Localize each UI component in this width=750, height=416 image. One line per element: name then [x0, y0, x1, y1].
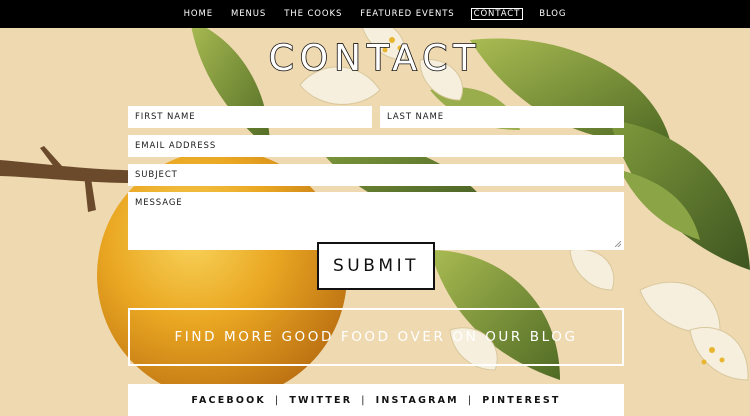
separator: | — [274, 394, 281, 406]
last-name-placeholder: LAST NAME — [387, 112, 445, 122]
email-field[interactable]: EMAIL ADDRESS — [128, 135, 624, 157]
subject-field[interactable]: SUBJECT — [128, 164, 624, 186]
page-title: CONTACT — [268, 37, 482, 80]
first-name-field[interactable]: FIRST NAME — [128, 106, 372, 128]
first-name-placeholder: FIRST NAME — [135, 112, 196, 122]
resize-grip-icon[interactable] — [615, 241, 621, 247]
message-placeholder: MESSAGE — [135, 198, 183, 208]
pinterest-link[interactable]: PINTEREST — [482, 395, 560, 406]
email-placeholder: EMAIL ADDRESS — [135, 141, 217, 151]
social-links-bar: FACEBOOK | TWITTER | INSTAGRAM | PINTERE… — [128, 384, 624, 416]
nav-item-the-cooks[interactable]: THE COOKS — [282, 8, 344, 20]
nav-item-blog[interactable]: BLOG — [537, 8, 568, 20]
separator: | — [467, 394, 474, 406]
instagram-link[interactable]: INSTAGRAM — [376, 395, 459, 406]
blog-banner-link[interactable]: FIND MORE GOOD FOOD OVER ON OUR BLOG — [128, 308, 624, 366]
nav-item-contact[interactable]: CONTACT — [470, 8, 524, 20]
separator: | — [361, 394, 367, 406]
submit-button[interactable]: SUBMIT — [317, 242, 435, 290]
nav-item-home[interactable]: HOME — [182, 8, 215, 20]
subject-placeholder: SUBJECT — [135, 170, 178, 180]
nav-item-featured-events[interactable]: FEATURED EVENTS — [358, 8, 456, 20]
facebook-link[interactable]: FACEBOOK — [191, 395, 266, 406]
top-nav-bar: HOME MENUS THE COOKS FEATURED EVENTS CON… — [0, 0, 750, 28]
last-name-field[interactable]: LAST NAME — [380, 106, 624, 128]
twitter-link[interactable]: TWITTER — [289, 395, 352, 406]
nav-item-menus[interactable]: MENUS — [229, 8, 268, 20]
